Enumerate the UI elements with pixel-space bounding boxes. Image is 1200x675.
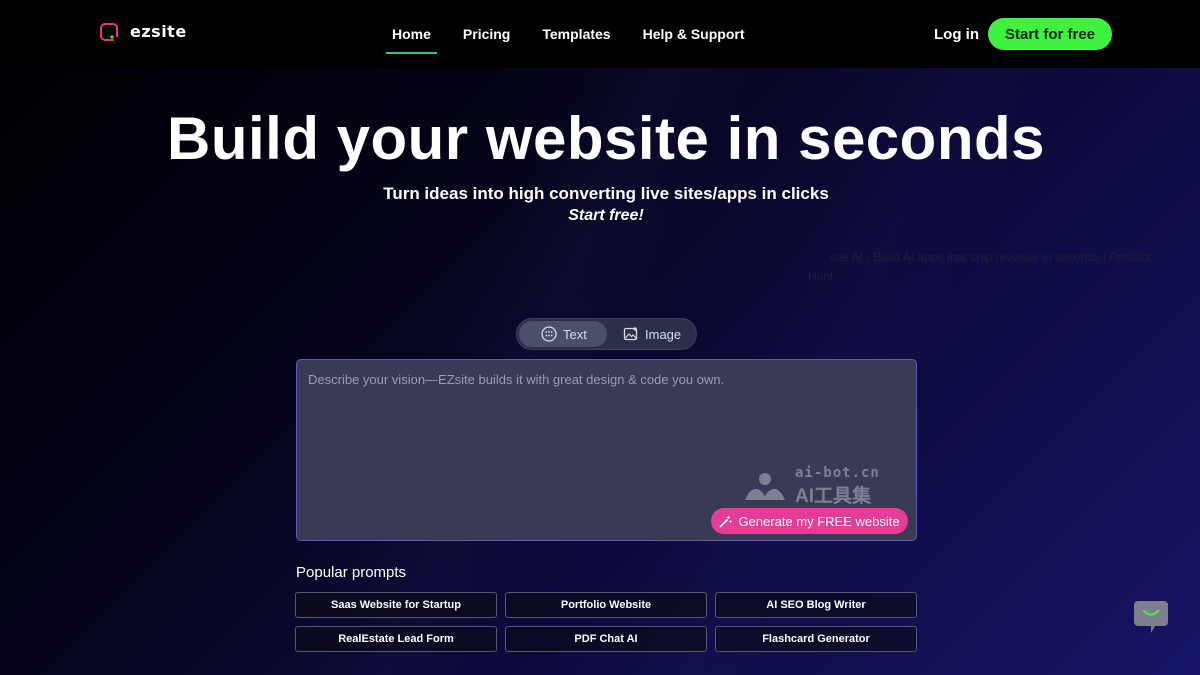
watermark-text: ai-bot.cn AI工具集 xyxy=(795,465,880,508)
product-hunt-badge-alt[interactable]: site AI - Build AI apps that ship revenu… xyxy=(808,248,1188,286)
generate-button-label: Generate my FREE website xyxy=(738,513,900,529)
popular-prompts-heading: Popular prompts xyxy=(296,564,407,581)
nav-link-templates[interactable]: Templates xyxy=(542,26,610,52)
prompt-chip-flashcard-generator[interactable]: Flashcard Generator xyxy=(715,626,917,652)
prompt-chip-saas-website[interactable]: Saas Website for Startup xyxy=(295,592,497,618)
generate-website-button[interactable]: Generate my FREE website xyxy=(711,508,908,534)
watermark-domain: ai-bot.cn xyxy=(795,465,880,481)
hero-subtitle: Turn ideas into high converting live sit… xyxy=(383,184,829,203)
image-mode-icon xyxy=(623,327,638,341)
text-mode-label: Text xyxy=(563,326,587,342)
prompt-box: ai-bot.cn AI工具集 Generate my FREE website xyxy=(296,359,917,541)
magic-wand-icon xyxy=(720,515,732,527)
logo-text: ezsite xyxy=(130,22,187,41)
mode-toggle: Text Image xyxy=(516,318,697,350)
prompt-chip-ai-seo-blog-writer[interactable]: AI SEO Blog Writer xyxy=(715,592,917,618)
prompt-chip-pdf-chat-ai[interactable]: PDF Chat AI xyxy=(505,626,707,652)
login-link[interactable]: Log in xyxy=(934,26,979,43)
nav-link-help-support[interactable]: Help & Support xyxy=(643,26,745,52)
hero-title: Build your website in seconds xyxy=(167,105,1045,172)
prompt-chip-portfolio-website[interactable]: Portfolio Website xyxy=(505,592,707,618)
image-mode-tab[interactable]: Image xyxy=(607,321,693,347)
watermark-logo-icon xyxy=(745,472,785,500)
logo-spark-icon xyxy=(110,35,114,39)
watermark-name: AI工具集 xyxy=(795,486,872,507)
product-hunt-alt-text: site AI - Build AI apps that ship revenu… xyxy=(830,250,1151,264)
nav-link-home[interactable]: Home xyxy=(386,26,437,54)
watermark: ai-bot.cn AI工具集 xyxy=(743,465,880,508)
main-nav: Home Pricing Templates Help & Support xyxy=(386,26,776,54)
image-mode-label: Image xyxy=(645,326,682,342)
start-for-free-button[interactable]: Start for free xyxy=(988,18,1112,50)
prompt-chip-realestate-lead-form[interactable]: RealEstate Lead Form xyxy=(295,626,497,652)
top-navbar: ezsite Home Pricing Templates Help & Sup… xyxy=(0,0,1200,68)
nav-link-pricing[interactable]: Pricing xyxy=(463,26,510,52)
hero-tagline: Start free! xyxy=(568,207,644,224)
popular-prompts-list: Saas Website for Startup Portfolio Websi… xyxy=(295,592,919,652)
text-mode-tab[interactable]: Text xyxy=(519,321,607,347)
chat-support-icon[interactable] xyxy=(1133,600,1169,634)
product-hunt-alt-text-tail: Hunt xyxy=(808,269,834,283)
text-mode-icon xyxy=(541,326,557,342)
